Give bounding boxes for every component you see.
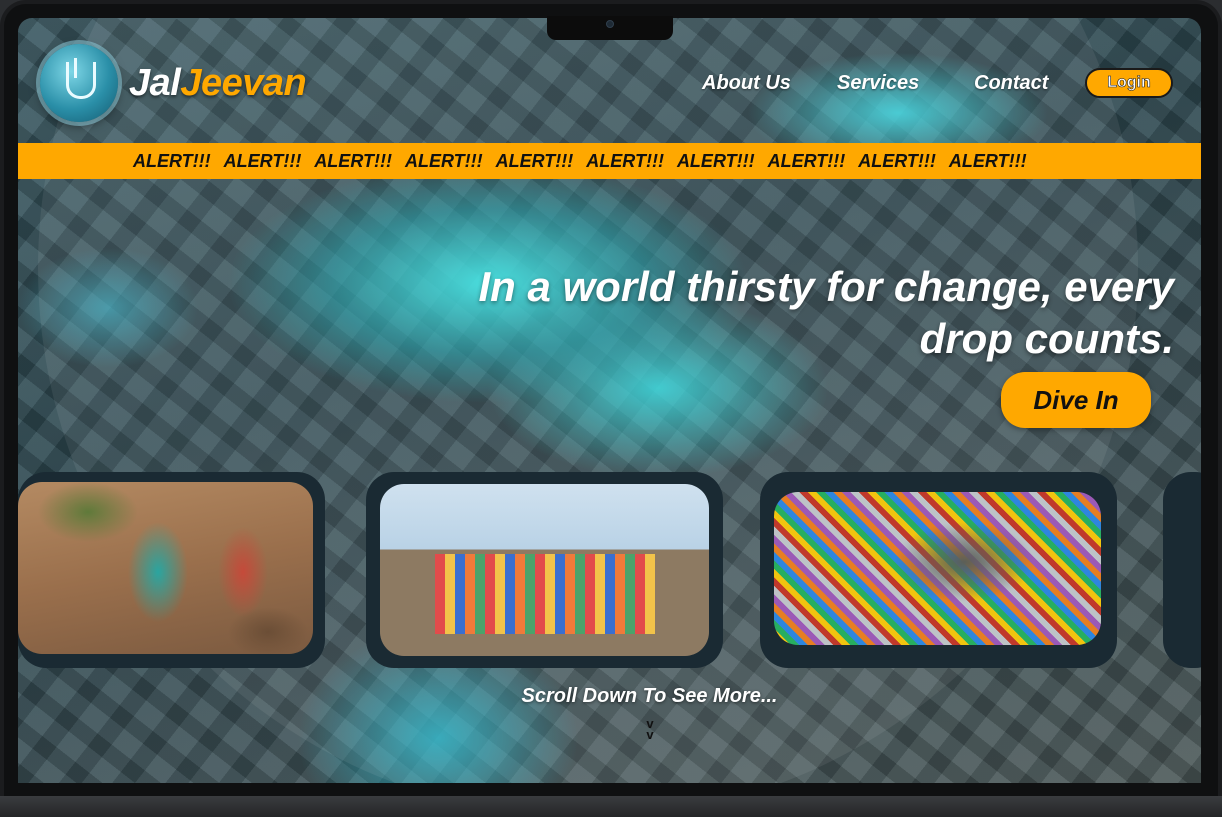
logo[interactable] <box>40 44 118 122</box>
brand-part-jeevan: Jeevan <box>180 62 307 104</box>
brand-part-jal: Jal <box>129 62 181 104</box>
alert-item: ALERT!!! <box>676 150 755 171</box>
gallery-card-1[interactable] <box>18 472 325 668</box>
photo-women-line-water-pots-icon <box>380 484 709 656</box>
alert-item: ALERT!!! <box>404 150 483 171</box>
alert-item: ALERT!!! <box>133 150 211 171</box>
gallery-card-3[interactable] <box>760 472 1117 668</box>
scroll-hint-text: Scroll Down To See More... <box>521 685 778 707</box>
alert-item: ALERT!!! <box>858 150 936 171</box>
alert-item: ALERT!!! <box>495 150 574 171</box>
alert-bar: ALERT!!! ALERT!!! ALERT!!! ALERT!!! ALER… <box>18 143 1201 179</box>
camera-notch <box>547 16 673 40</box>
nav-services[interactable]: Services <box>837 72 919 95</box>
brand-name[interactable]: JalJeevan <box>129 62 307 105</box>
scroll-down-chevron-icon[interactable]: v v <box>642 717 658 742</box>
login-button[interactable]: Login <box>1085 68 1173 98</box>
alert-item: ALERT!!! <box>223 150 302 171</box>
alert-item: ALERT!!! <box>948 150 1027 171</box>
screen: JalJeevan About Us Services Contact Logi… <box>18 18 1201 783</box>
alert-item: ALERT!!! <box>314 150 392 171</box>
water-tap-icon <box>66 58 96 99</box>
photo-crowd-around-well-icon <box>774 492 1101 645</box>
gallery-card-2[interactable] <box>366 472 723 668</box>
gallery-card-4-partial[interactable] <box>1163 472 1201 668</box>
chevron-down-icon: v <box>646 727 654 742</box>
alert-item: ALERT!!! <box>586 150 664 171</box>
laptop-base <box>0 796 1222 817</box>
camera-icon <box>606 20 614 28</box>
dive-in-button[interactable]: Dive In <box>1001 372 1151 428</box>
hero-headline: In a world thirsty for change, every dro… <box>478 263 1174 362</box>
photo-women-carrying-water-icon <box>18 482 313 654</box>
nav-about-us[interactable]: About Us <box>702 72 791 95</box>
alert-item: ALERT!!! <box>767 150 846 171</box>
background-globe-arc <box>38 18 1138 783</box>
nav-contact[interactable]: Contact <box>974 72 1048 95</box>
